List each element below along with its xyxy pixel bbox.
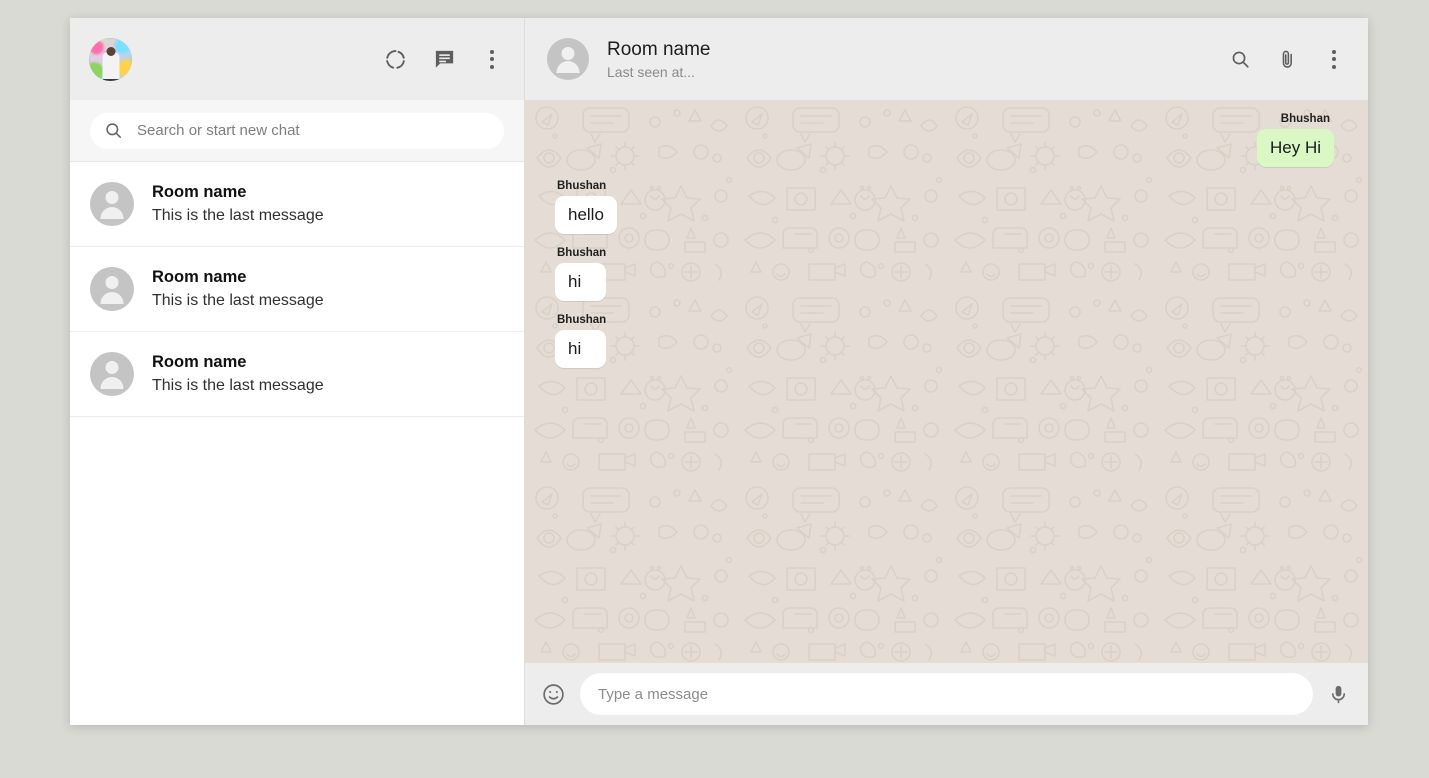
chat-list-item[interactable]: Room name This is the last message [70,247,524,332]
search-icon[interactable] [1230,49,1251,70]
person-avatar-icon [90,182,134,226]
message-input-container[interactable] [580,673,1313,715]
emoji-icon[interactable] [541,682,566,707]
person-avatar-icon[interactable] [547,38,589,80]
message-row: Bhushan hello [555,179,1334,234]
chat-header-subtitle: Last seen at... [607,63,695,80]
message-sender: Bhushan [557,180,607,192]
chat-item-text: Room name This is the last message [152,267,324,311]
chat-item-text: Room name This is the last message [152,182,324,226]
three-dots-glyph [1324,48,1344,71]
message-composer [525,663,1368,725]
avatar-photo-body [102,51,119,79]
chat-panel: Room name Last seen at... Bhushan Hey Hi… [525,18,1368,725]
message-bubble-incoming[interactable]: hi [555,330,607,368]
sidebar-header-actions [384,48,502,71]
three-dots-glyph [482,48,502,71]
message-bubble-outgoing[interactable]: Hey Hi [1256,129,1334,167]
chat-item-last-message: This is the last message [152,207,324,224]
message-bubble-incoming[interactable]: hello [555,196,617,234]
message-row: Bhushan Hey Hi [555,112,1334,167]
message-group: Bhushan Hey Hi [1256,112,1334,167]
menu-icon[interactable] [482,48,502,71]
messages-area: Bhushan Hey Hi Bhushan hello Bhushan hi [525,100,1368,663]
chat-list-item[interactable]: Room name This is the last message [70,332,524,417]
message-input[interactable] [598,673,1295,715]
chat-item-room-name: Room name [152,353,247,371]
menu-icon[interactable] [1324,48,1344,71]
microphone-icon[interactable] [1327,683,1350,706]
message-group: Bhushan hi [555,246,607,301]
search-input[interactable] [137,112,490,149]
chat-header-title: Room name [607,38,711,60]
search-box[interactable] [90,112,504,149]
chat-item-text: Room name This is the last message [152,352,324,396]
message-bubble-incoming[interactable]: hi [555,263,607,301]
chat-item-last-message: This is the last message [152,377,324,394]
message-sender: Bhushan [557,247,607,259]
chat-item-room-name: Room name [152,183,247,201]
message-group: Bhushan hi [555,313,607,368]
search-bar-container [70,100,524,162]
chat-header: Room name Last seen at... [525,18,1368,100]
status-icon[interactable] [384,48,407,71]
avatar-photo-head [106,46,115,56]
chat-list-item[interactable]: Room name This is the last message [70,162,524,247]
message-row: Bhushan hi [555,313,1334,368]
message-group: Bhushan hello [555,179,617,234]
new-chat-icon[interactable] [433,48,456,71]
message-sender: Bhushan [557,314,607,326]
chat-header-info[interactable]: Room name Last seen at... [607,38,711,81]
person-avatar-icon [90,267,134,311]
sidebar-panel: Room name This is the last message Room … [70,18,525,725]
chat-app-window: Room name This is the last message Room … [70,18,1368,725]
messages-scroll[interactable]: Bhushan Hey Hi Bhushan hello Bhushan hi [555,112,1334,653]
search-icon [104,121,123,140]
user-profile-photo[interactable] [89,37,132,81]
chat-item-last-message: This is the last message [152,292,324,309]
person-avatar-icon [90,352,134,396]
message-sender: Bhushan [1280,113,1330,125]
attach-icon[interactable] [1277,49,1298,70]
chat-list[interactable]: Room name This is the last message Room … [70,162,524,725]
chat-item-room-name: Room name [152,268,247,286]
message-row: Bhushan hi [555,246,1334,301]
sidebar-header [70,18,524,100]
chat-header-actions [1230,48,1344,71]
